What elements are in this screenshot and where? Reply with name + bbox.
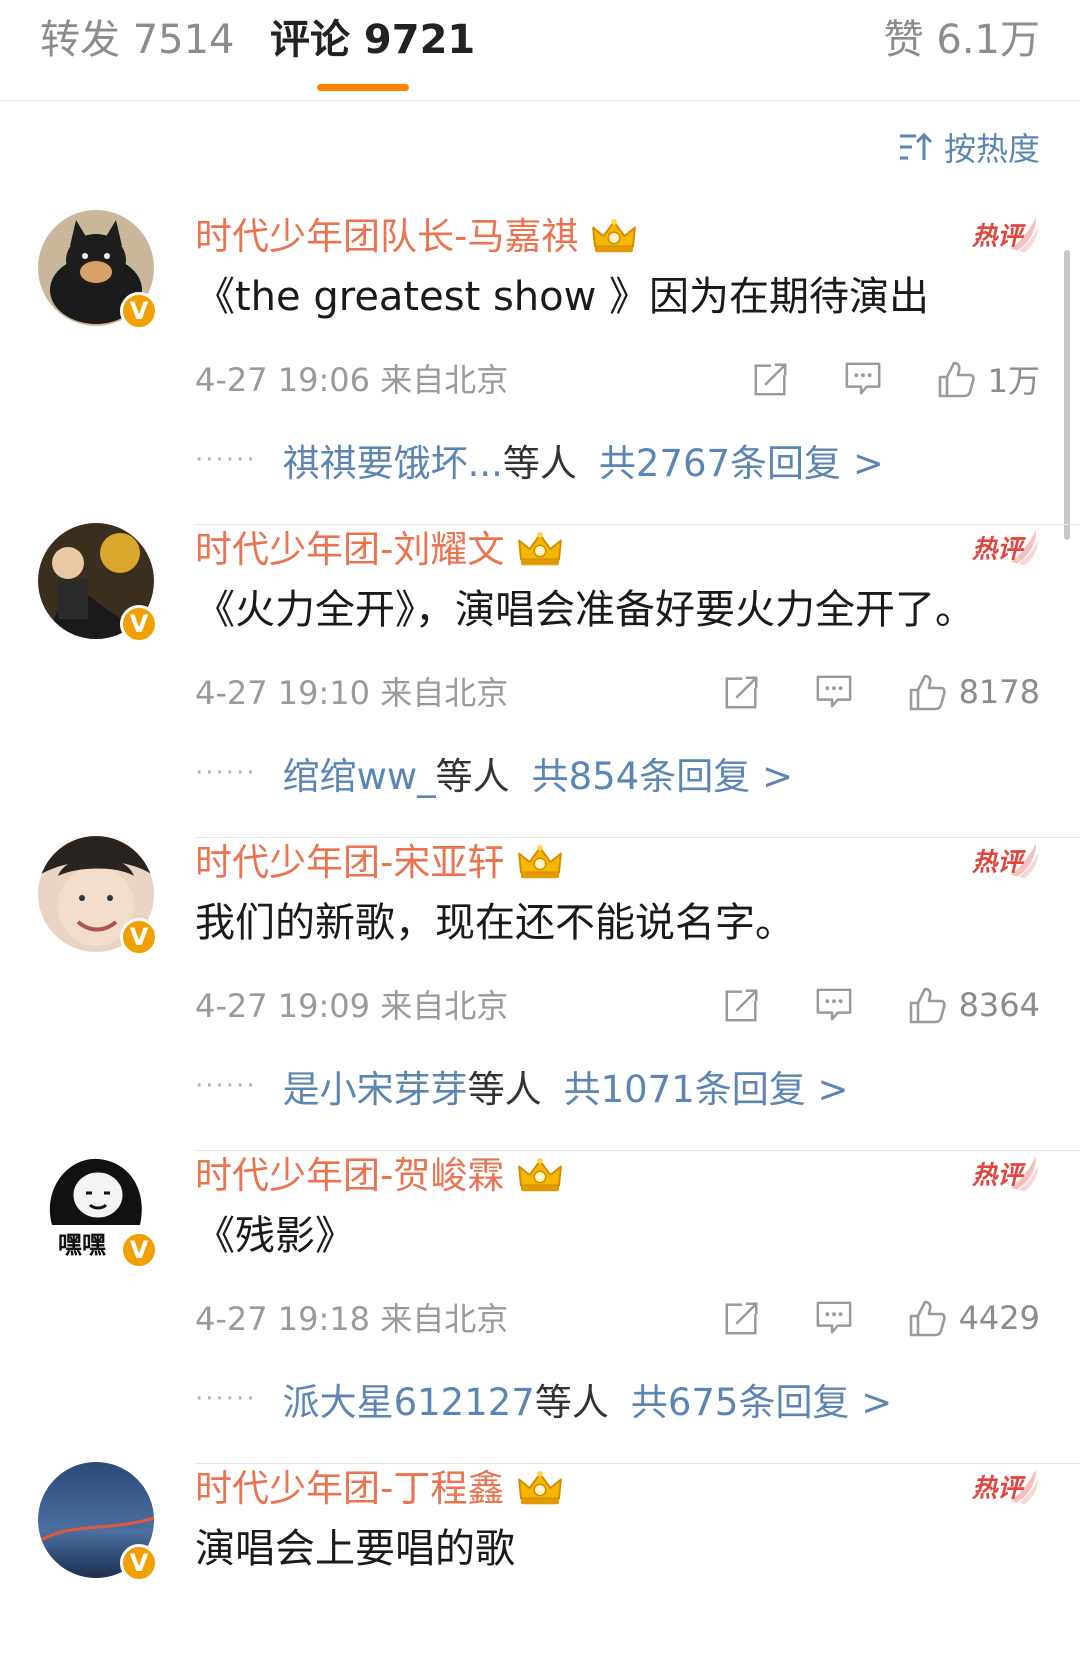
share-icon: [723, 1299, 761, 1337]
comment-actions: 4429: [723, 1294, 1040, 1342]
verified-badge: V: [120, 1544, 158, 1582]
comment-icon: [815, 673, 853, 711]
hot-comment-badge: [972, 215, 1040, 255]
reply-suffix: 等人: [467, 1068, 542, 1111]
comment-actions: 1万: [752, 355, 1040, 403]
user-name[interactable]: 时代少年团队长-马嘉祺: [195, 213, 578, 261]
vip-crown-icon: [516, 1470, 564, 1508]
vip-crown-icon: [516, 1157, 564, 1195]
like-icon: [907, 672, 947, 712]
verified-badge: V: [120, 605, 158, 643]
share-button[interactable]: [723, 1299, 761, 1337]
active-tab-indicator: [317, 84, 409, 91]
share-button[interactable]: [752, 360, 790, 398]
replies-preview[interactable]: ······ 是小宋芽芽 等人 共1071条回复 >: [195, 1061, 849, 1111]
comment-actions: 8364: [723, 981, 1040, 1029]
like-button[interactable]: 4429: [907, 1298, 1040, 1338]
comment-meta: 4-27 19:09 来自北京: [195, 987, 509, 1025]
reply-users[interactable]: 祺祺要饿坏...: [283, 433, 503, 487]
like-count: 1万: [987, 362, 1040, 400]
comment-item: V 时代少年团-宋亚轩 我们的新歌，现在还不能说名字。 4-27 19:09 来…: [0, 836, 1080, 1166]
replies-link[interactable]: 共1071条回复 >: [564, 1059, 849, 1113]
replies-link[interactable]: 共854条回复 >: [532, 746, 793, 800]
like-count: 8178: [958, 673, 1040, 711]
comment-icon: [815, 1299, 853, 1337]
comment-meta: 4-27 19:18 来自北京: [195, 1300, 509, 1338]
user-name[interactable]: 时代少年团-宋亚轩: [195, 839, 504, 887]
comment-item: 嘿嘿 V 时代少年团-贺峻霖 《残影》 4-27 19:18 来自北京 4429…: [0, 1149, 1080, 1479]
comment-item: V 时代少年团-丁程鑫 演唱会上要唱的歌: [0, 1462, 1080, 1655]
replies-link[interactable]: 共675条回复 >: [631, 1372, 892, 1426]
like-icon: [907, 985, 947, 1025]
tab-bar: 转发 7514 评论 9721 赞 6.1万: [0, 0, 1080, 101]
like-count: 4429: [958, 1299, 1040, 1337]
share-button[interactable]: [723, 986, 761, 1024]
share-icon: [723, 673, 761, 711]
tab-likes[interactable]: 赞 6.1万: [884, 14, 1040, 66]
comment-icon: [815, 986, 853, 1024]
share-button[interactable]: [723, 673, 761, 711]
like-button[interactable]: 1万: [936, 356, 1040, 402]
tab-reposts[interactable]: 转发 7514: [40, 14, 235, 66]
reply-suffix: 等人: [502, 442, 577, 485]
reply-button[interactable]: [844, 360, 882, 398]
comment-text: 《火力全开》，演唱会准备好要火力全开了。: [195, 587, 975, 633]
like-button[interactable]: 8364: [907, 985, 1040, 1025]
comment-item: V 时代少年团-刘耀文 《火力全开》，演唱会准备好要火力全开了。 4-27 19…: [0, 523, 1080, 853]
reply-button[interactable]: [815, 986, 853, 1024]
replies-link[interactable]: 共2767条回复 >: [599, 433, 884, 487]
dots-icon: ······: [195, 758, 257, 788]
hot-comment-badge: [972, 841, 1040, 881]
comment-meta: 4-27 19:06 来自北京: [195, 361, 509, 399]
user-name[interactable]: 时代少年团-丁程鑫: [195, 1465, 504, 1513]
hot-comment-badge: [972, 1154, 1040, 1194]
hot-comment-badge: [972, 528, 1040, 568]
comment-item: V 时代少年团队长-马嘉祺 《the greatest show 》因为在期待演…: [0, 210, 1080, 540]
sort-label: 按热度: [943, 130, 1040, 168]
comment-text: 演唱会上要唱的歌: [195, 1526, 515, 1572]
like-icon: [936, 359, 976, 399]
comment-text: 我们的新歌，现在还不能说名字。: [195, 900, 795, 946]
verified-badge: V: [120, 918, 158, 956]
vip-crown-icon: [590, 218, 638, 256]
user-name[interactable]: 时代少年团-刘耀文: [195, 526, 504, 574]
user-name[interactable]: 时代少年团-贺峻霖: [195, 1152, 504, 1200]
verified-badge: V: [120, 292, 158, 330]
reply-users[interactable]: 派大星612127: [283, 1372, 535, 1426]
reply-users[interactable]: 是小宋芽芽: [283, 1059, 468, 1113]
vip-crown-icon: [516, 844, 564, 882]
tab-comments[interactable]: 评论 9721: [270, 14, 475, 66]
comment-text: 《the greatest show 》因为在期待演出: [195, 274, 930, 320]
replies-preview[interactable]: ······ 祺祺要饿坏... 等人 共2767条回复 >: [195, 435, 884, 485]
replies-preview[interactable]: ······ 绾绾ww_ 等人 共854条回复 >: [195, 748, 793, 798]
like-button[interactable]: 8178: [907, 672, 1040, 712]
sort-icon: [899, 132, 932, 160]
share-icon: [752, 360, 790, 398]
verified-badge: V: [120, 1231, 158, 1269]
sort-button[interactable]: 按热度: [898, 125, 1040, 169]
comment-icon: [844, 360, 882, 398]
avatar-text: 嘿嘿: [58, 1231, 106, 1259]
hot-comment-badge: [972, 1467, 1040, 1507]
comment-meta: 4-27 19:10 来自北京: [195, 674, 509, 712]
like-icon: [907, 1298, 947, 1338]
reply-suffix: 等人: [534, 1381, 609, 1424]
dots-icon: ······: [195, 1384, 257, 1414]
comment-actions: 8178: [723, 668, 1040, 716]
like-count: 8364: [958, 986, 1040, 1024]
dots-icon: ······: [195, 445, 257, 475]
reply-suffix: 等人: [435, 755, 510, 798]
share-icon: [723, 986, 761, 1024]
reply-button[interactable]: [815, 1299, 853, 1337]
reply-button[interactable]: [815, 673, 853, 711]
vip-crown-icon: [516, 531, 564, 569]
reply-users[interactable]: 绾绾ww_: [283, 746, 436, 800]
dots-icon: ······: [195, 1071, 257, 1101]
comment-text: 《残影》: [195, 1213, 355, 1259]
replies-preview[interactable]: ······ 派大星612127 等人 共675条回复 >: [195, 1374, 892, 1424]
